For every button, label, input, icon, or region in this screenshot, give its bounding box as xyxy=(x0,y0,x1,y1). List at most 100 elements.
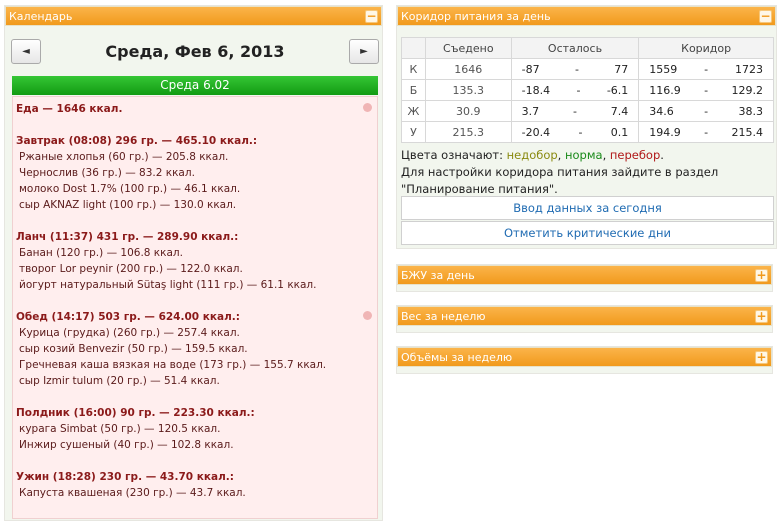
corridor-cell: 1559 - 1723 xyxy=(638,58,774,80)
dash: - xyxy=(704,125,709,139)
dash: - xyxy=(704,62,709,76)
total-line: Еда — 1646 ккал. xyxy=(16,103,123,115)
meal-header: Ланч (11:37) 431 гр. — 289.90 ккал.: xyxy=(16,231,239,243)
calendar-panel-header[interactable]: Календарь − xyxy=(5,6,382,26)
input-today-button[interactable]: Ввод данных за сегодня xyxy=(401,196,774,220)
volumes-panel-title: Объёмы за неделю xyxy=(401,351,513,364)
left-max: 7.4 xyxy=(610,104,629,118)
food-item: Банан (120 гр.) — 106.8 ккал. xyxy=(19,247,183,259)
day-meal-log: Еда — 1646 ккал. Завтрак (08:08) 296 гр.… xyxy=(12,96,378,519)
food-item: Ржаные хлопья (60 гр.) — 205.8 ккал. xyxy=(19,151,229,163)
left-cell: 3.7 - 7.4 xyxy=(510,100,640,122)
row-key: У xyxy=(401,121,426,143)
meal-header: Полдник (16:00) 90 гр. — 223.30 ккал.: xyxy=(16,407,255,419)
legend-under: недобор xyxy=(506,148,558,162)
calendar-panel: Календарь − ◄ Среда, Фев 6, 2013 ► Среда… xyxy=(4,5,383,521)
dash: - xyxy=(704,83,709,97)
calendar-date-title: Среда, Фев 6, 2013 xyxy=(105,42,285,61)
legend-separator: , xyxy=(557,148,565,162)
corridor-table: Съедено Осталось Коридор К 1646 -87 - 77 1… xyxy=(401,37,774,143)
food-item: сыр козий Benvezir (50 гр.) — 159.5 ккал… xyxy=(19,343,248,355)
food-item: сыр Izmir tulum (20 гр.) — 51.4 ккал. xyxy=(19,375,220,387)
food-item: Чернослив (36 гр.) — 83.2 ккал. xyxy=(19,167,195,179)
food-item: йогурт натуральный Sütaş light (111 гр.)… xyxy=(19,279,317,291)
corridor-max: 1723 xyxy=(735,62,763,76)
column-header: Коридор xyxy=(638,37,774,59)
bju-panel: БЖУ за день + xyxy=(396,264,773,292)
dash: - xyxy=(574,62,579,76)
expand-icon[interactable]: + xyxy=(755,310,768,323)
day-bar[interactable]: Среда 6.02 xyxy=(12,76,378,95)
weight-panel: Вес за неделю + xyxy=(396,305,773,333)
left-cell: -20.4 - 0.1 xyxy=(510,121,640,143)
expand-icon[interactable]: + xyxy=(755,351,768,364)
corridor-max: 129.2 xyxy=(731,83,764,97)
meal-header: Обед (14:17) 503 гр. — 624.00 ккал.: xyxy=(16,311,240,323)
dash: - xyxy=(576,83,581,97)
left-min: -87 xyxy=(521,62,540,76)
legend-prefix: Цвета означают: xyxy=(401,148,507,162)
corridor-max: 215.4 xyxy=(731,125,764,139)
row-key: Ж xyxy=(401,100,426,122)
corridor-cell: 34.6 - 38.3 xyxy=(638,100,774,122)
corridor-min: 194.9 xyxy=(649,125,681,139)
left-max: -6.1 xyxy=(606,83,629,97)
meal-header: Завтрак (08:08) 296 гр. — 465.10 ккал.: xyxy=(16,135,258,147)
hint-line: Для настройки коридора питания зайдите в… xyxy=(401,165,719,179)
corridor-min: 116.9 xyxy=(649,83,681,97)
food-item: Курица (грудка) (260 гр.) — 257.4 ккал. xyxy=(19,327,240,339)
food-item: Капуста квашеная (230 гр.) — 43.7 ккал. xyxy=(19,487,246,499)
table-row: У 215.3 -20.4 - 0.1 194.9 - 215.4 xyxy=(401,121,774,143)
left-cell: -18.4 - -6.1 xyxy=(510,79,640,101)
eaten-cell: 1646 xyxy=(424,58,512,80)
corridor-cell: 194.9 - 215.4 xyxy=(638,121,774,143)
color-legend: Цвета означают: недобор, норма, перебор.… xyxy=(401,147,774,198)
corridor-cell: 116.9 - 129.2 xyxy=(638,79,774,101)
dash: - xyxy=(572,104,577,118)
food-item: молоко Dost 1.7% (100 гр.) — 46.1 ккал. xyxy=(19,183,241,195)
bju-panel-title: БЖУ за день xyxy=(401,269,475,282)
collapse-icon[interactable]: − xyxy=(759,10,772,23)
mark-critical-days-button[interactable]: Отметить критические дни xyxy=(401,221,774,245)
food-item: сыр AKNAZ light (100 гр.) — 130.0 ккал. xyxy=(19,199,237,211)
legend-norm: норма xyxy=(564,148,603,162)
apple-icon[interactable] xyxy=(363,311,372,320)
collapse-icon[interactable]: − xyxy=(365,10,378,23)
apple-icon[interactable] xyxy=(363,103,372,112)
legend-line: Цвета означают: недобор, норма, перебор. xyxy=(401,147,774,164)
calendar-panel-title: Календарь xyxy=(9,10,73,23)
corridor-max: 38.3 xyxy=(738,104,764,118)
left-max: 0.1 xyxy=(610,125,629,139)
corridor-min: 1559 xyxy=(649,62,678,76)
prev-day-button[interactable]: ◄ xyxy=(11,39,41,64)
legend-separator: , xyxy=(602,148,610,162)
food-item: творог Lor peynir (200 гр.) — 122.0 ккал… xyxy=(19,263,243,275)
corridor-panel: Коридор питания за день − Съедено Остало… xyxy=(396,5,777,249)
corridor-panel-header[interactable]: Коридор питания за день − xyxy=(397,6,776,26)
table-row: К 1646 -87 - 77 1559 - 1723 xyxy=(401,58,774,80)
corridor-min: 34.6 xyxy=(649,104,674,118)
calendar-nav: ◄ Среда, Фев 6, 2013 ► xyxy=(11,37,379,72)
weight-panel-header[interactable]: Вес за неделю + xyxy=(397,306,772,326)
left-max: 77 xyxy=(614,62,629,76)
food-item: Инжир сушеный (40 гр.) — 102.8 ккал. xyxy=(19,439,234,451)
table-header-row: Съедено Осталось Коридор xyxy=(401,37,774,59)
legend-end: . xyxy=(660,148,664,162)
table-row: Ж 30.9 3.7 - 7.4 34.6 - 38.3 xyxy=(401,100,774,122)
weight-panel-title: Вес за неделю xyxy=(401,310,486,323)
bju-panel-header[interactable]: БЖУ за день + xyxy=(397,265,772,285)
corridor-panel-title: Коридор питания за день xyxy=(401,10,551,23)
left-min: -20.4 xyxy=(521,125,551,139)
next-day-button[interactable]: ► xyxy=(349,39,379,64)
row-key: Б xyxy=(401,79,426,101)
volumes-panel-header[interactable]: Объёмы за неделю + xyxy=(397,347,772,367)
column-header xyxy=(401,37,426,59)
meal-header: Ужин (18:28) 230 гр. — 43.70 ккал.: xyxy=(16,471,234,483)
row-key: К xyxy=(401,58,426,80)
dash: - xyxy=(704,104,709,118)
expand-icon[interactable]: + xyxy=(755,269,768,282)
column-header: Съедено xyxy=(424,37,512,59)
